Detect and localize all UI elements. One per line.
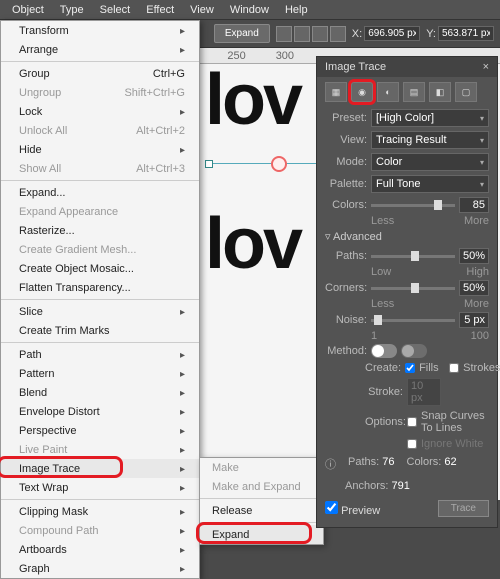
palette-label: Palette: xyxy=(325,178,367,190)
advanced-toggle[interactable]: Advanced xyxy=(317,227,497,246)
menu-type[interactable]: Type xyxy=(52,2,92,18)
menu-window[interactable]: Window xyxy=(222,2,277,18)
submenu-release[interactable]: Release xyxy=(200,501,323,520)
snap-checkbox[interactable] xyxy=(407,417,417,427)
submenu-make: Make xyxy=(200,458,323,477)
preset-bw-icon[interactable]: ◧ xyxy=(429,82,451,102)
preset-photo-icon[interactable]: ◉ xyxy=(351,82,373,102)
view-label: View: xyxy=(325,134,367,146)
menu-compound: Compound Path xyxy=(1,521,199,540)
corners-slider[interactable] xyxy=(371,287,455,290)
palette-select[interactable]: Full Tone xyxy=(371,175,489,193)
strokes-checkbox[interactable] xyxy=(449,363,459,373)
menu-artboards[interactable]: Artboards xyxy=(1,540,199,559)
y-label: Y: xyxy=(426,28,436,40)
noise-value[interactable]: 5 px xyxy=(459,312,489,328)
menu-arrange[interactable]: Arrange xyxy=(1,40,199,59)
menu-object-mosaic[interactable]: Create Object Mosaic... xyxy=(1,259,199,278)
menu-help[interactable]: Help xyxy=(277,2,316,18)
menu-clipmask[interactable]: Clipping Mask xyxy=(1,502,199,521)
menu-textwrap[interactable]: Text Wrap xyxy=(1,478,199,497)
menu-ungroup: UngroupShift+Ctrl+G xyxy=(1,83,199,102)
menu-flatten[interactable]: Flatten Transparency... xyxy=(1,278,199,297)
create-label: Create: xyxy=(365,362,401,374)
corners-label: Corners: xyxy=(325,282,367,294)
stroke-value: 10 px xyxy=(407,378,441,406)
y-input[interactable] xyxy=(438,26,494,41)
preset-outline-icon[interactable]: ▢ xyxy=(455,82,477,102)
options-label: Options: xyxy=(365,416,403,428)
ignore-white-checkbox xyxy=(407,439,417,449)
menu-path[interactable]: Path xyxy=(1,345,199,364)
stroke-label: Stroke: xyxy=(365,386,403,398)
trace-button[interactable]: Trace xyxy=(438,500,489,517)
menu-select[interactable]: Select xyxy=(92,2,139,18)
colors-label: Colors: xyxy=(325,199,367,211)
artwork-text-1[interactable]: lov xyxy=(205,64,300,136)
menu-hide[interactable]: Hide xyxy=(1,140,199,159)
preset-auto-icon[interactable]: ▦ xyxy=(325,82,347,102)
align-icon-2[interactable] xyxy=(294,26,310,42)
menu-showall: Show AllAlt+Ctrl+3 xyxy=(1,159,199,178)
menu-view[interactable]: View xyxy=(182,2,222,18)
artwork-text-2[interactable]: lov xyxy=(205,208,300,280)
menu-expand-appearance: Expand Appearance xyxy=(1,202,199,221)
paths-slider[interactable] xyxy=(371,255,455,258)
preset-low-icon[interactable]: ◐ xyxy=(377,82,399,102)
menu-graph[interactable]: Graph xyxy=(1,559,199,578)
menu-livepaint: Live Paint xyxy=(1,440,199,459)
align-icon-1[interactable] xyxy=(276,26,292,42)
close-icon[interactable]: × xyxy=(483,61,489,73)
mode-select[interactable]: Color xyxy=(371,153,489,171)
noise-slider[interactable] xyxy=(371,319,455,322)
menu-image-trace[interactable]: Image Trace Make Make and Expand Release… xyxy=(1,459,199,478)
menu-group[interactable]: GroupCtrl+G xyxy=(1,64,199,83)
align-icon-3[interactable] xyxy=(312,26,328,42)
corners-value[interactable]: 50% xyxy=(459,280,489,296)
colors-value[interactable]: 85 xyxy=(459,197,489,213)
image-trace-panel: Image Trace × ▦ ◉ ◐ ▤ ◧ ▢ Preset: [High C… xyxy=(316,56,498,528)
image-trace-submenu: Make Make and Expand Release Expand xyxy=(199,457,324,545)
method-overlap[interactable] xyxy=(401,344,427,358)
menu-pattern[interactable]: Pattern xyxy=(1,364,199,383)
mode-label: Mode: xyxy=(325,156,367,168)
preset-select[interactable]: [High Color] xyxy=(371,109,489,127)
x-input[interactable] xyxy=(364,26,420,41)
menu-envelope[interactable]: Envelope Distort xyxy=(1,402,199,421)
preset-gray-icon[interactable]: ▤ xyxy=(403,82,425,102)
menu-blend[interactable]: Blend xyxy=(1,383,199,402)
colors-slider[interactable] xyxy=(371,204,455,207)
view-select[interactable]: Tracing Result xyxy=(371,131,489,149)
menu-perspective[interactable]: Perspective xyxy=(1,421,199,440)
paths-label: Paths: xyxy=(325,250,367,262)
preset-buttons: ▦ ◉ ◐ ▤ ◧ ▢ xyxy=(317,77,497,107)
preset-label: Preset: xyxy=(325,112,367,124)
menu-effect[interactable]: Effect xyxy=(138,2,182,18)
x-label: X: xyxy=(352,28,362,40)
menu-object[interactable]: Object xyxy=(4,2,52,18)
method-label: Method: xyxy=(325,345,367,357)
menu-expand[interactable]: Expand... xyxy=(1,183,199,202)
menu-slice[interactable]: Slice xyxy=(1,302,199,321)
preview-checkbox[interactable]: Preview xyxy=(325,501,380,517)
submenu-make-expand: Make and Expand xyxy=(200,477,323,496)
menubar: Object Type Select Effect View Window He… xyxy=(0,0,500,20)
menu-rasterize[interactable]: Rasterize... xyxy=(1,221,199,240)
menu-lock[interactable]: Lock xyxy=(1,102,199,121)
panel-title: Image Trace xyxy=(325,61,386,73)
noise-label: Noise: xyxy=(325,314,367,326)
object-menu: Transform Arrange GroupCtrl+G UngroupShi… xyxy=(0,20,200,579)
menu-unlockall: Unlock AllAlt+Ctrl+2 xyxy=(1,121,199,140)
paths-value[interactable]: 50% xyxy=(459,248,489,264)
menu-gradient-mesh: Create Gradient Mesh... xyxy=(1,240,199,259)
method-abutting[interactable] xyxy=(371,344,397,358)
menu-transform[interactable]: Transform xyxy=(1,21,199,40)
submenu-expand[interactable]: Expand xyxy=(200,525,323,544)
expand-button[interactable]: Expand xyxy=(214,24,270,43)
menu-trim-marks[interactable]: Create Trim Marks xyxy=(1,321,199,340)
align-icon-4[interactable] xyxy=(330,26,346,42)
fills-checkbox[interactable] xyxy=(405,363,415,373)
info-row: ⓘ Paths: 76 Colors: 62 xyxy=(317,452,497,476)
